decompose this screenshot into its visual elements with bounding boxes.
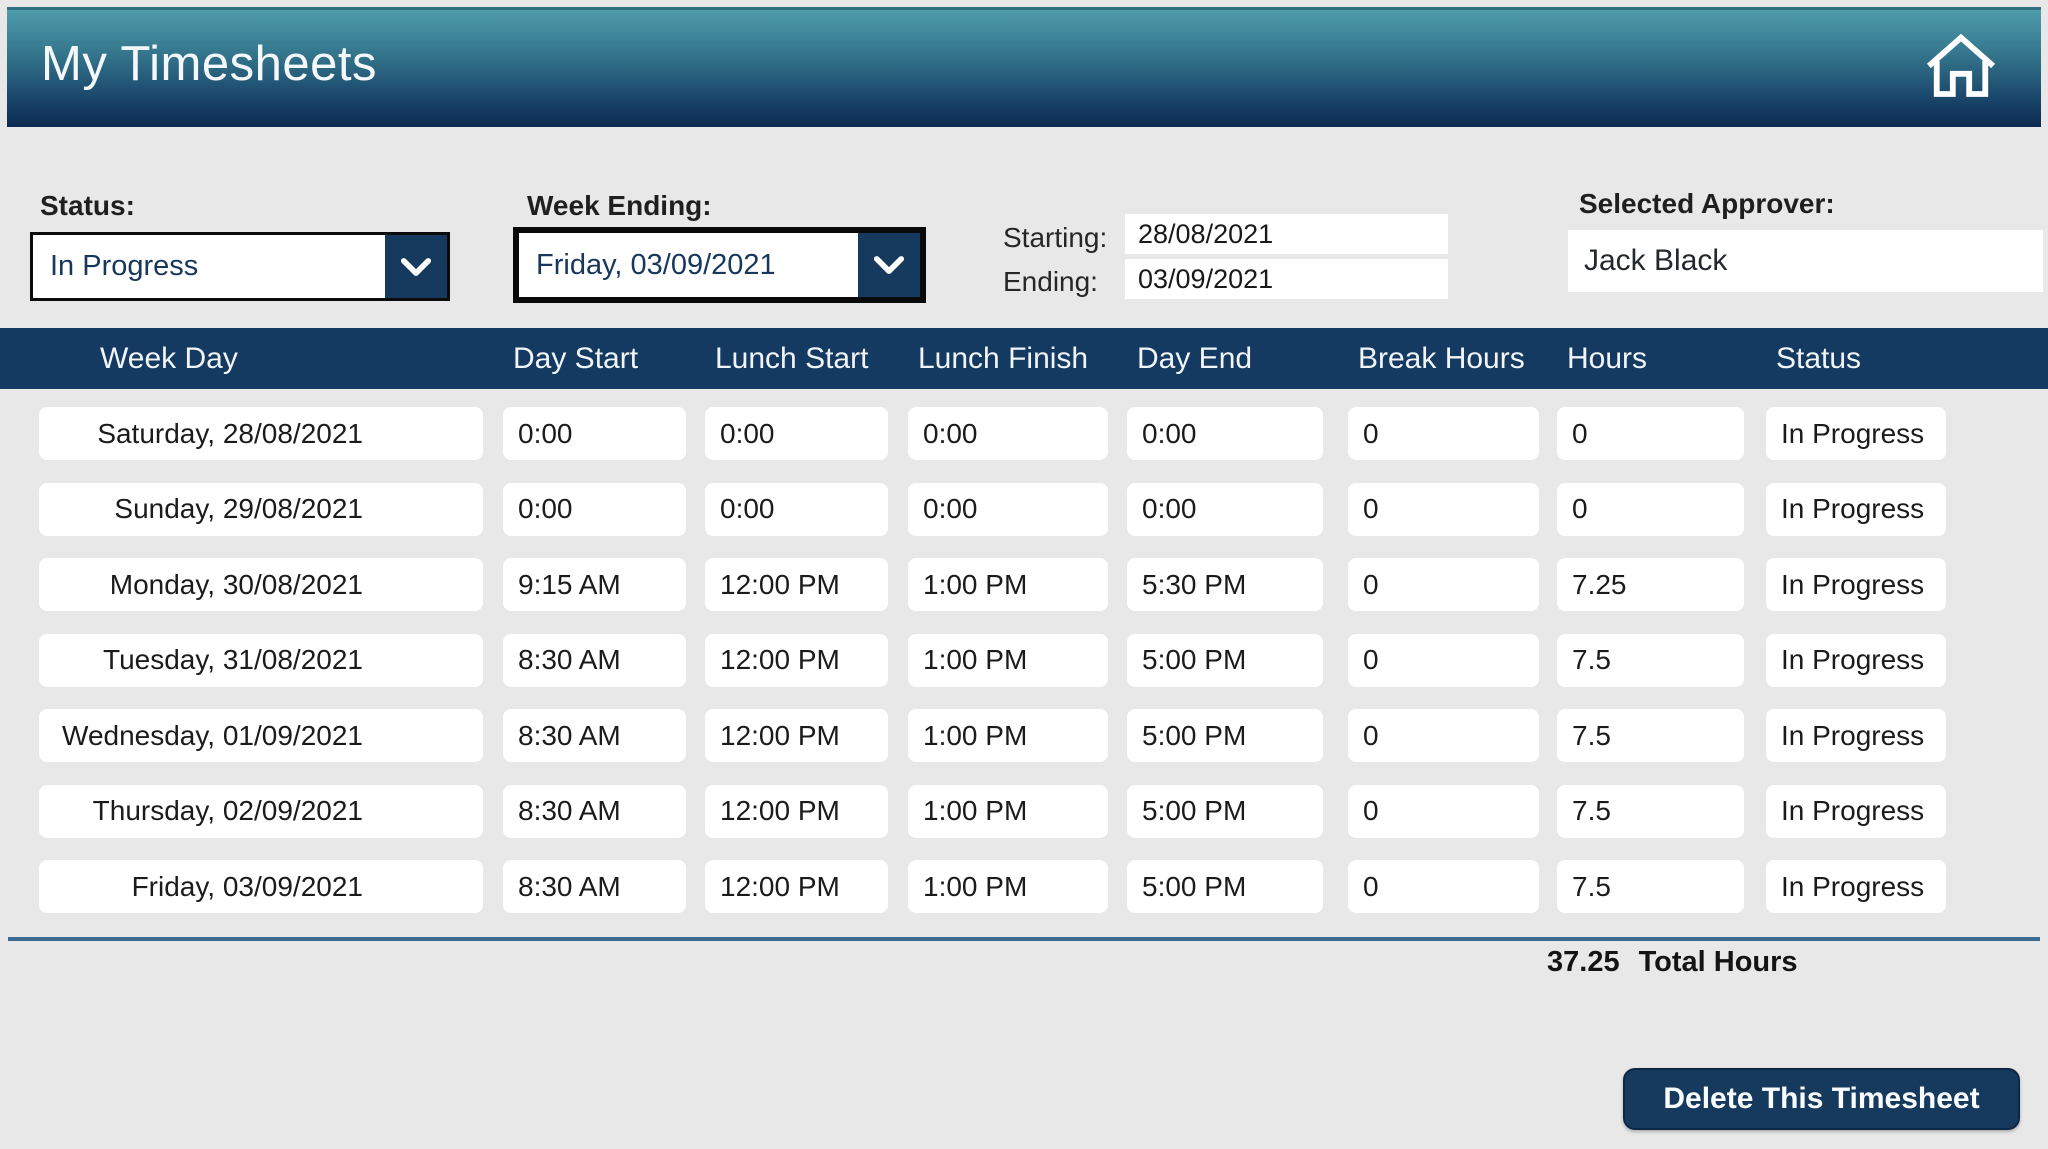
page-title: My Timesheets — [41, 36, 377, 92]
week-ending-label: Week Ending: — [527, 190, 712, 222]
weekday-cell: Friday, 03/09/2021 — [39, 860, 483, 913]
status-cell: In Progress — [1766, 785, 1946, 838]
day-start-cell[interactable]: 8:30 AM — [503, 860, 686, 913]
table-row: Friday, 03/09/2021 8:30 AM 12:00 PM 1:00 PM… — [0, 860, 2048, 913]
lunch-start-cell[interactable]: 0:00 — [705, 483, 888, 536]
break-hours-cell[interactable]: 0 — [1348, 634, 1539, 687]
total-hours-label: Total Hours — [1639, 946, 1798, 979]
weekday-cell: Monday, 30/08/2021 — [39, 558, 483, 611]
day-start-cell[interactable]: 0:00 — [503, 407, 686, 460]
hours-cell[interactable]: 7.5 — [1557, 634, 1744, 687]
lunch-finish-cell[interactable]: 0:00 — [908, 407, 1108, 460]
lunch-finish-cell[interactable]: 0:00 — [908, 483, 1108, 536]
weekday-cell: Wednesday, 01/09/2021 — [39, 709, 483, 762]
status-cell: In Progress — [1766, 709, 1946, 762]
day-start-cell[interactable]: 8:30 AM — [503, 709, 686, 762]
starting-date-field[interactable]: 28/08/2021 — [1125, 214, 1448, 254]
status-label: Status: — [40, 190, 135, 222]
table-row: Thursday, 02/09/2021 8:30 AM 12:00 PM 1:00 … — [0, 785, 2048, 838]
hours-cell[interactable]: 0 — [1557, 407, 1744, 460]
day-end-cell[interactable]: 0:00 — [1127, 483, 1323, 536]
lunch-finish-cell[interactable]: 1:00 PM — [908, 634, 1108, 687]
starting-label: Starting: — [1003, 222, 1107, 254]
status-cell: In Progress — [1766, 483, 1946, 536]
day-end-cell[interactable]: 5:30 PM — [1127, 558, 1323, 611]
day-start-cell[interactable]: 9:15 AM — [503, 558, 686, 611]
lunch-finish-cell[interactable]: 1:00 PM — [908, 709, 1108, 762]
table-row: Monday, 30/08/2021 9:15 AM 12:00 PM 1:00 PM… — [0, 558, 2048, 611]
total-hours-value: 37.25 — [1547, 946, 1620, 979]
week-ending-dropdown[interactable]: Friday, 03/09/2021 — [513, 227, 926, 303]
divider — [8, 937, 2040, 941]
home-button[interactable] — [1915, 26, 2007, 114]
break-hours-cell[interactable]: 0 — [1348, 785, 1539, 838]
day-start-cell[interactable]: 8:30 AM — [503, 634, 686, 687]
table-header-row: Week Day Day Start Lunch Start Lunch Finish… — [0, 328, 2048, 389]
column-header-lunch_finish: Lunch Finish — [908, 328, 1108, 389]
lunch-finish-cell[interactable]: 1:00 PM — [908, 860, 1108, 913]
break-hours-cell[interactable]: 0 — [1348, 407, 1539, 460]
ending-date-field[interactable]: 03/09/2021 — [1125, 259, 1448, 299]
day-end-cell[interactable]: 5:00 PM — [1127, 709, 1323, 762]
break-hours-cell[interactable]: 0 — [1348, 860, 1539, 913]
day-start-cell[interactable]: 0:00 — [503, 483, 686, 536]
weekday-cell: Tuesday, 31/08/2021 — [39, 634, 483, 687]
delete-timesheet-button[interactable]: Delete This Timesheet — [1623, 1068, 2020, 1130]
total-hours-row: 37.25 Total Hours — [1547, 946, 1798, 979]
lunch-start-cell[interactable]: 12:00 PM — [705, 634, 888, 687]
lunch-finish-cell[interactable]: 1:00 PM — [908, 558, 1108, 611]
ending-label: Ending: — [1003, 266, 1098, 298]
column-header-day_end: Day End — [1127, 328, 1323, 389]
break-hours-cell[interactable]: 0 — [1348, 709, 1539, 762]
approver-field[interactable]: Jack Black — [1568, 230, 2043, 292]
hours-cell[interactable]: 7.5 — [1557, 709, 1744, 762]
status-dropdown-value: In Progress — [33, 235, 385, 298]
lunch-start-cell[interactable]: 12:00 PM — [705, 709, 888, 762]
break-hours-cell[interactable]: 0 — [1348, 483, 1539, 536]
weekday-cell: Thursday, 02/09/2021 — [39, 785, 483, 838]
column-header-break_hours: Break Hours — [1348, 328, 1539, 389]
column-header-status: Status — [1766, 328, 1946, 389]
day-end-cell[interactable]: 0:00 — [1127, 407, 1323, 460]
home-icon — [1918, 27, 2004, 114]
week-ending-dropdown-value: Friday, 03/09/2021 — [519, 233, 858, 297]
day-end-cell[interactable]: 5:00 PM — [1127, 860, 1323, 913]
column-header-lunch_start: Lunch Start — [705, 328, 888, 389]
weekday-cell: Sunday, 29/08/2021 — [39, 483, 483, 536]
status-cell: In Progress — [1766, 634, 1946, 687]
column-header-hours: Hours — [1557, 328, 1744, 389]
status-dropdown[interactable]: In Progress — [30, 232, 450, 301]
table-row: Tuesday, 31/08/2021 8:30 AM 12:00 PM 1:00 P… — [0, 634, 2048, 687]
chevron-down-icon — [858, 233, 920, 297]
chevron-down-icon — [385, 235, 447, 298]
hours-cell[interactable]: 7.5 — [1557, 785, 1744, 838]
day-end-cell[interactable]: 5:00 PM — [1127, 634, 1323, 687]
lunch-start-cell[interactable]: 12:00 PM — [705, 785, 888, 838]
day-start-cell[interactable]: 8:30 AM — [503, 785, 686, 838]
selected-approver-label: Selected Approver: — [1579, 188, 1835, 220]
weekday-cell: Saturday, 28/08/2021 — [39, 407, 483, 460]
column-header-day_start: Day Start — [503, 328, 686, 389]
lunch-start-cell[interactable]: 12:00 PM — [705, 860, 888, 913]
hours-cell[interactable]: 0 — [1557, 483, 1744, 536]
table-row: Sunday, 29/08/2021 0:00 0:00 0:00 0:00 00 In P… — [0, 483, 2048, 536]
lunch-start-cell[interactable]: 0:00 — [705, 407, 888, 460]
lunch-finish-cell[interactable]: 1:00 PM — [908, 785, 1108, 838]
app-header: My Timesheets — [7, 7, 2041, 127]
hours-cell[interactable]: 7.5 — [1557, 860, 1744, 913]
status-cell: In Progress — [1766, 558, 1946, 611]
day-end-cell[interactable]: 5:00 PM — [1127, 785, 1323, 838]
column-header-day: Week Day — [39, 328, 483, 389]
status-cell: In Progress — [1766, 407, 1946, 460]
table-row: Wednesday, 01/09/2021 8:30 AM 12:00 PM 1:00… — [0, 709, 2048, 762]
break-hours-cell[interactable]: 0 — [1348, 558, 1539, 611]
status-cell: In Progress — [1766, 860, 1946, 913]
hours-cell[interactable]: 7.25 — [1557, 558, 1744, 611]
table-row: Saturday, 28/08/2021 0:00 0:00 0:00 0:00 00 In… — [0, 407, 2048, 460]
lunch-start-cell[interactable]: 12:00 PM — [705, 558, 888, 611]
